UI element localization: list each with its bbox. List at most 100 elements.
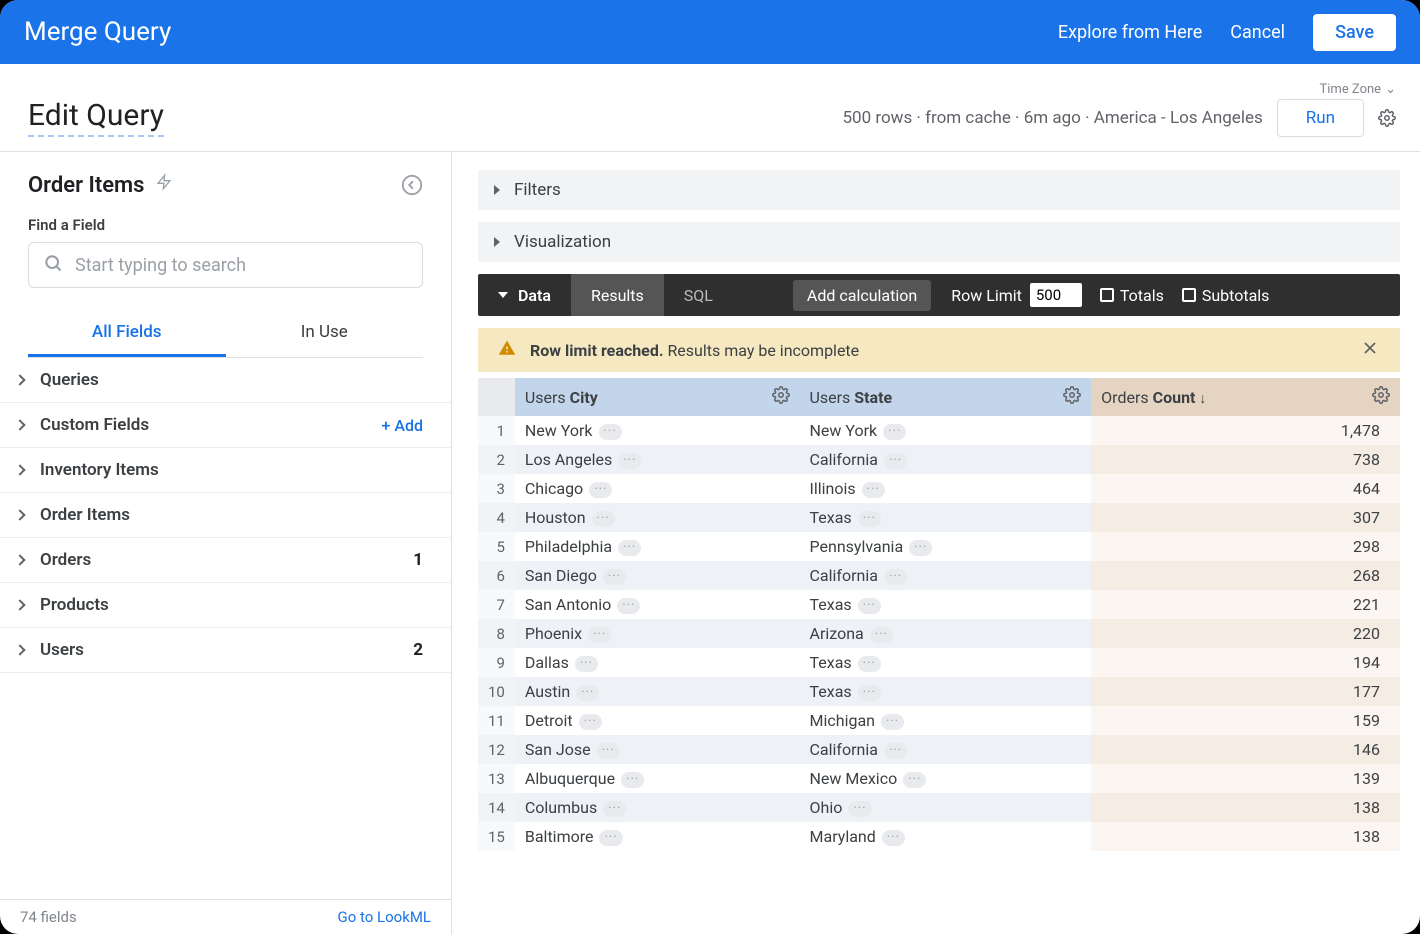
table-row[interactable]: 6San Diego···California···268 <box>478 561 1400 590</box>
cell-city[interactable]: Chicago··· <box>515 474 800 503</box>
cell-city[interactable]: Columbus··· <box>515 793 800 822</box>
go-to-lookml-link[interactable]: Go to LookML <box>338 908 432 926</box>
more-icon[interactable]: ··· <box>848 801 871 817</box>
more-icon[interactable]: ··· <box>599 830 622 846</box>
cell-count[interactable]: 738 <box>1091 445 1400 474</box>
cell-state[interactable]: Arizona··· <box>800 619 1092 648</box>
table-row[interactable]: 15Baltimore···Maryland···138 <box>478 822 1400 851</box>
subtotals-checkbox[interactable]: Subtotals <box>1182 286 1270 305</box>
cell-count[interactable]: 139 <box>1091 764 1400 793</box>
col-orders-count[interactable]: Orders Count ↓ <box>1091 378 1400 416</box>
run-button[interactable]: Run <box>1277 99 1364 137</box>
more-icon[interactable]: ··· <box>858 656 881 672</box>
cell-state[interactable]: Texas··· <box>800 590 1092 619</box>
more-icon[interactable]: ··· <box>862 482 885 498</box>
more-icon[interactable]: ··· <box>882 830 905 846</box>
filters-panel[interactable]: Filters <box>478 170 1400 210</box>
table-row[interactable]: 5Philadelphia···Pennsylvania···298 <box>478 532 1400 561</box>
cell-city[interactable]: Albuquerque··· <box>515 764 800 793</box>
cell-city[interactable]: Phoenix··· <box>515 619 800 648</box>
cell-count[interactable]: 138 <box>1091 822 1400 851</box>
more-icon[interactable]: ··· <box>884 453 907 469</box>
more-icon[interactable]: ··· <box>881 714 904 730</box>
row-limit-input[interactable] <box>1030 283 1082 307</box>
cell-count[interactable]: 177 <box>1091 677 1400 706</box>
cell-state[interactable]: Pennsylvania··· <box>800 532 1092 561</box>
cell-city[interactable]: Austin··· <box>515 677 800 706</box>
more-icon[interactable]: ··· <box>599 424 622 440</box>
more-icon[interactable]: ··· <box>870 627 893 643</box>
cell-count[interactable]: 464 <box>1091 474 1400 503</box>
cell-count[interactable]: 221 <box>1091 590 1400 619</box>
tab-all-fields[interactable]: All Fields <box>28 310 226 357</box>
cell-city[interactable]: Baltimore··· <box>515 822 800 851</box>
table-row[interactable]: 8Phoenix···Arizona···220 <box>478 619 1400 648</box>
cell-city[interactable]: Los Angeles··· <box>515 445 800 474</box>
totals-checkbox[interactable]: Totals <box>1100 286 1164 305</box>
tab-in-use[interactable]: In Use <box>226 310 424 357</box>
more-icon[interactable]: ··· <box>903 772 926 788</box>
page-title[interactable]: Edit Query <box>28 98 164 137</box>
explore-from-here-link[interactable]: Explore from Here <box>1058 22 1202 43</box>
search-input-wrapper[interactable] <box>28 242 423 288</box>
more-icon[interactable]: ··· <box>621 772 644 788</box>
collapse-sidebar-icon[interactable] <box>401 174 423 196</box>
table-row[interactable]: 4Houston···Texas···307 <box>478 503 1400 532</box>
cell-state[interactable]: Illinois··· <box>800 474 1092 503</box>
more-icon[interactable]: ··· <box>597 743 620 759</box>
more-icon[interactable]: ··· <box>858 685 881 701</box>
table-row[interactable]: 1New York···New York···1,478 <box>478 416 1400 445</box>
visualization-panel[interactable]: Visualization <box>478 222 1400 262</box>
cell-state[interactable]: California··· <box>800 561 1092 590</box>
more-icon[interactable]: ··· <box>858 511 881 527</box>
search-input[interactable] <box>75 255 408 276</box>
more-icon[interactable]: ··· <box>603 801 626 817</box>
timezone-selector[interactable]: Time Zone ⌄ <box>1320 82 1397 97</box>
cell-state[interactable]: California··· <box>800 445 1092 474</box>
cell-state[interactable]: Texas··· <box>800 677 1092 706</box>
cell-state[interactable]: Texas··· <box>800 648 1092 677</box>
gear-icon[interactable] <box>1372 386 1390 408</box>
cell-count[interactable]: 138 <box>1091 793 1400 822</box>
more-icon[interactable]: ··· <box>858 598 881 614</box>
cell-state[interactable]: New Mexico··· <box>800 764 1092 793</box>
col-users-state[interactable]: Users State <box>800 378 1092 416</box>
more-icon[interactable]: ··· <box>588 627 611 643</box>
gear-icon[interactable] <box>1063 386 1081 408</box>
cell-city[interactable]: Detroit··· <box>515 706 800 735</box>
settings-gear-icon[interactable] <box>1378 109 1396 127</box>
more-icon[interactable]: ··· <box>884 569 907 585</box>
cell-city[interactable]: San Jose··· <box>515 735 800 764</box>
cell-state[interactable]: Texas··· <box>800 503 1092 532</box>
cell-count[interactable]: 298 <box>1091 532 1400 561</box>
cell-count[interactable]: 268 <box>1091 561 1400 590</box>
cell-count[interactable]: 307 <box>1091 503 1400 532</box>
cell-state[interactable]: Maryland··· <box>800 822 1092 851</box>
field-category-custom-fields[interactable]: Custom Fields+ Add <box>0 403 451 448</box>
cell-city[interactable]: Philadelphia··· <box>515 532 800 561</box>
bolt-icon[interactable] <box>156 172 172 198</box>
cell-state[interactable]: California··· <box>800 735 1092 764</box>
field-category-orders[interactable]: Orders1 <box>0 538 451 583</box>
more-icon[interactable]: ··· <box>575 656 598 672</box>
cancel-link[interactable]: Cancel <box>1230 22 1285 43</box>
cell-city[interactable]: San Antonio··· <box>515 590 800 619</box>
table-row[interactable]: 3Chicago···Illinois···464 <box>478 474 1400 503</box>
more-icon[interactable]: ··· <box>579 714 602 730</box>
data-tab[interactable]: Data <box>478 274 571 316</box>
table-row[interactable]: 11Detroit···Michigan···159 <box>478 706 1400 735</box>
cell-state[interactable]: Michigan··· <box>800 706 1092 735</box>
cell-city[interactable]: San Diego··· <box>515 561 800 590</box>
table-row[interactable]: 7San Antonio···Texas···221 <box>478 590 1400 619</box>
save-button[interactable]: Save <box>1313 14 1396 51</box>
field-category-users[interactable]: Users2 <box>0 628 451 673</box>
field-category-inventory-items[interactable]: Inventory Items <box>0 448 451 493</box>
more-icon[interactable]: ··· <box>884 743 907 759</box>
more-icon[interactable]: ··· <box>618 540 641 556</box>
more-icon[interactable]: ··· <box>909 540 932 556</box>
more-icon[interactable]: ··· <box>618 453 641 469</box>
sql-tab[interactable]: SQL <box>664 274 733 316</box>
close-warning-icon[interactable] <box>1360 338 1380 362</box>
field-category-order-items[interactable]: Order Items <box>0 493 451 538</box>
more-icon[interactable]: ··· <box>617 598 640 614</box>
